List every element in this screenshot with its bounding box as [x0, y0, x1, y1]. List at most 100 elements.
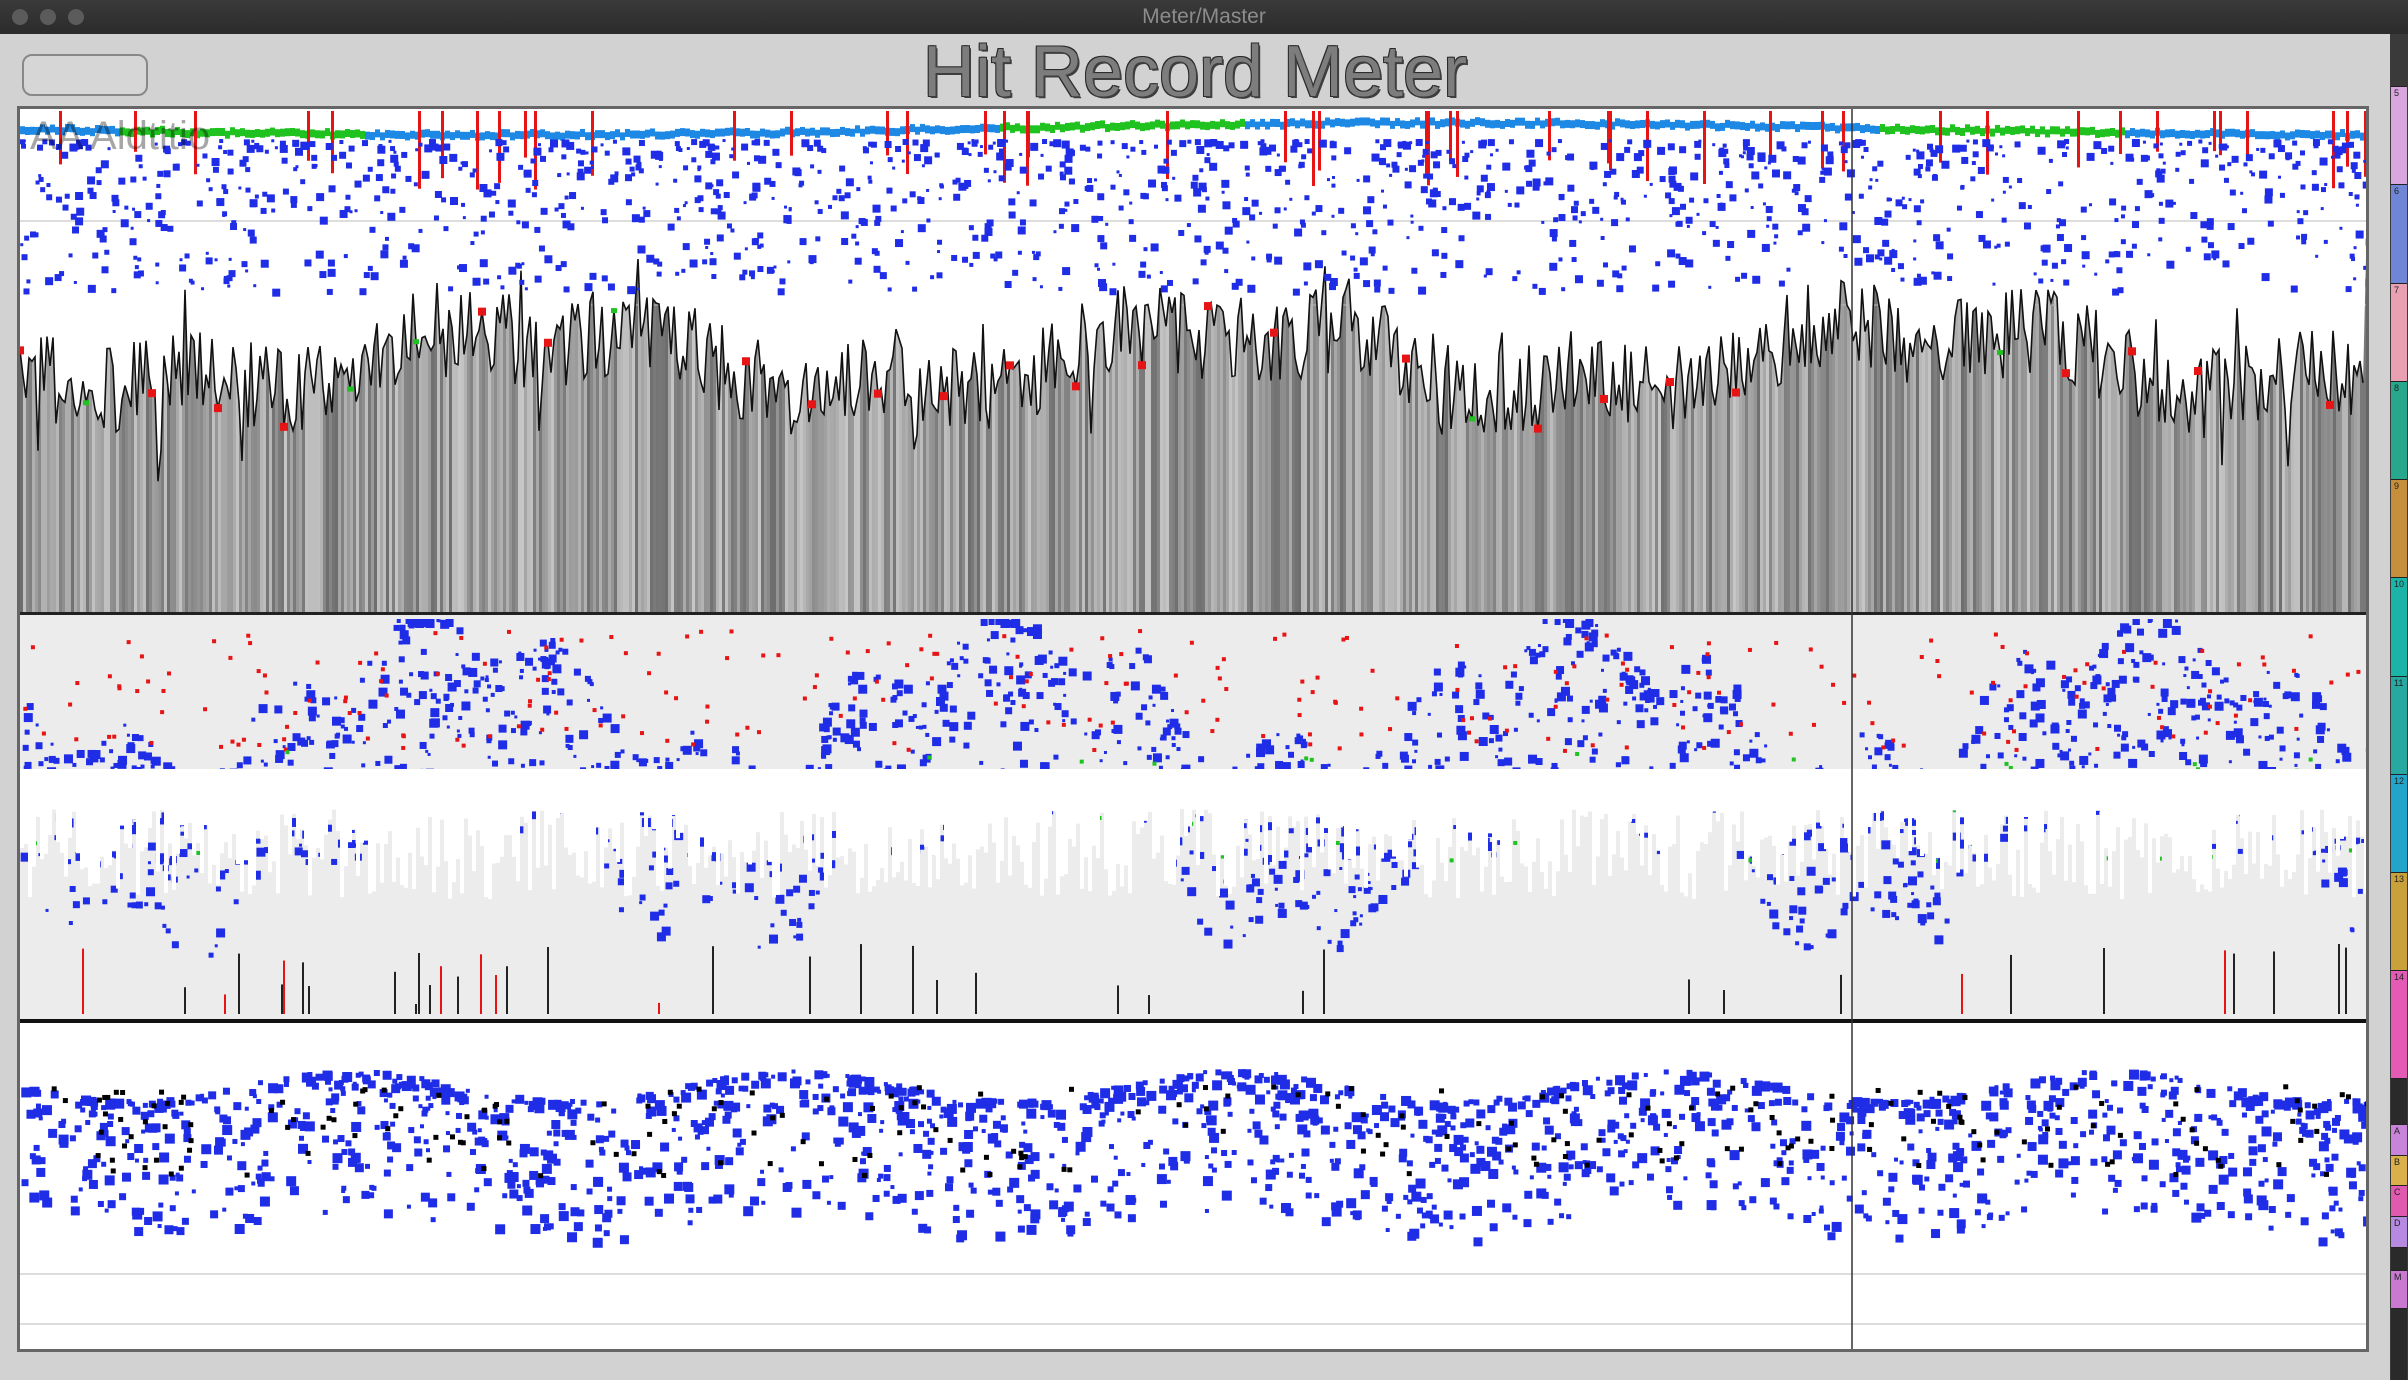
plot-canvas[interactable]: AA Aldtitio: [20, 109, 2366, 1349]
hit-point: [1772, 223, 1779, 230]
timing-point: [1110, 691, 1120, 701]
hit-point: [1029, 199, 1037, 207]
timing-point: [1267, 745, 1271, 749]
hit-bar: [1040, 122, 1045, 131]
hit-point: [1172, 176, 1176, 180]
hit-point: [521, 262, 525, 266]
timing-point: [831, 702, 840, 711]
hit-point: [2080, 206, 2087, 213]
hit-bar: [805, 128, 810, 137]
hit-bar: [1970, 126, 1975, 135]
hit-bar: [1250, 119, 1255, 128]
hit-line: [498, 111, 501, 183]
hit-point: [2089, 203, 2093, 207]
timing-point: [430, 693, 437, 700]
timing-point: [1116, 740, 1121, 745]
hit-point: [1665, 192, 1672, 199]
early-point: [1388, 727, 1393, 732]
timing-point: [1304, 853, 1309, 858]
hit-point: [1005, 159, 1014, 168]
hit-point: [1298, 164, 1303, 169]
timing-point: [908, 715, 915, 722]
timing-point: [2220, 679, 2225, 684]
hit-point: [155, 281, 159, 285]
hit-point: [1716, 193, 1721, 198]
hit-point: [1109, 288, 1117, 296]
timing-point: [1870, 907, 1875, 912]
hit-bar: [1955, 126, 1960, 135]
early-point: [906, 747, 911, 752]
hit-bar: [2350, 130, 2355, 139]
timing-point: [989, 665, 998, 674]
hit-point: [175, 163, 180, 168]
hit-point: [1854, 257, 1863, 266]
timing-point: [1913, 898, 1919, 904]
hit-point: [2065, 146, 2069, 150]
hit-point: [755, 139, 761, 145]
hit-point: [2131, 139, 2140, 148]
early-point: [1620, 661, 1625, 666]
hit-bar: [1920, 126, 1925, 135]
early-point: [293, 710, 298, 715]
early-point: [2157, 715, 2162, 720]
hit-point: [2061, 259, 2067, 265]
hit-point: [1079, 144, 1086, 151]
hit-point: [1331, 155, 1337, 161]
timing-point: [510, 710, 515, 715]
timing-point: [2080, 710, 2087, 717]
hit-point: [1143, 247, 1148, 252]
timing-point: [1576, 650, 1584, 658]
level-band-stripe: [1874, 257, 1877, 612]
hit-point: [508, 210, 514, 216]
hit-point: [1228, 142, 1235, 149]
timing-point: [1985, 754, 1990, 759]
hit-point: [1087, 178, 1093, 184]
timing-point: [1878, 734, 1884, 740]
hit-bar: [2005, 125, 2010, 134]
timing-point: [827, 735, 832, 740]
early-point: [228, 655, 233, 660]
hit-point: [223, 189, 229, 195]
timing-point: [984, 679, 992, 687]
hit-point: [1877, 160, 1884, 167]
hit-point: [1179, 140, 1187, 148]
hit-point: [967, 141, 971, 145]
hit-point: [1649, 182, 1653, 186]
timing-point: [852, 671, 858, 677]
hit-point: [2313, 143, 2319, 149]
hit-bar: [635, 130, 640, 139]
early-point: [1315, 675, 1320, 680]
hit-point: [1680, 203, 1687, 210]
early-point: [1184, 710, 1189, 715]
early-point: [379, 679, 384, 684]
hit-bar: [410, 130, 415, 139]
hit-bar: [2100, 129, 2105, 138]
hit-point: [1053, 230, 1057, 234]
hit-point: [752, 183, 761, 192]
hit-record-plot[interactable]: AA Aldtitio: [17, 106, 2369, 1352]
timing-point: [1575, 627, 1582, 634]
hit-point: [488, 211, 495, 218]
timing-point: [35, 723, 39, 727]
late-point: [196, 850, 201, 855]
hit-point: [96, 229, 105, 238]
hit-point: [686, 147, 690, 151]
hit-point: [2162, 161, 2166, 165]
early-point: [2074, 694, 2079, 699]
hit-point: [1140, 261, 1147, 268]
hit-point: [1877, 249, 1885, 257]
hit-point: [387, 212, 396, 221]
timing-point: [150, 759, 155, 764]
hit-point: [751, 238, 759, 246]
timing-point: [76, 749, 85, 758]
hit-point: [1032, 277, 1037, 282]
timing-point: [2120, 743, 2129, 752]
timing-point: [1615, 762, 1621, 768]
hit-point: [1118, 205, 1124, 211]
hit-point: [2018, 202, 2026, 210]
timing-point: [519, 675, 524, 680]
timing-point: [808, 903, 815, 910]
hit-point: [1110, 184, 1116, 190]
hit-point: [1913, 205, 1921, 213]
hit-point: [402, 209, 406, 213]
